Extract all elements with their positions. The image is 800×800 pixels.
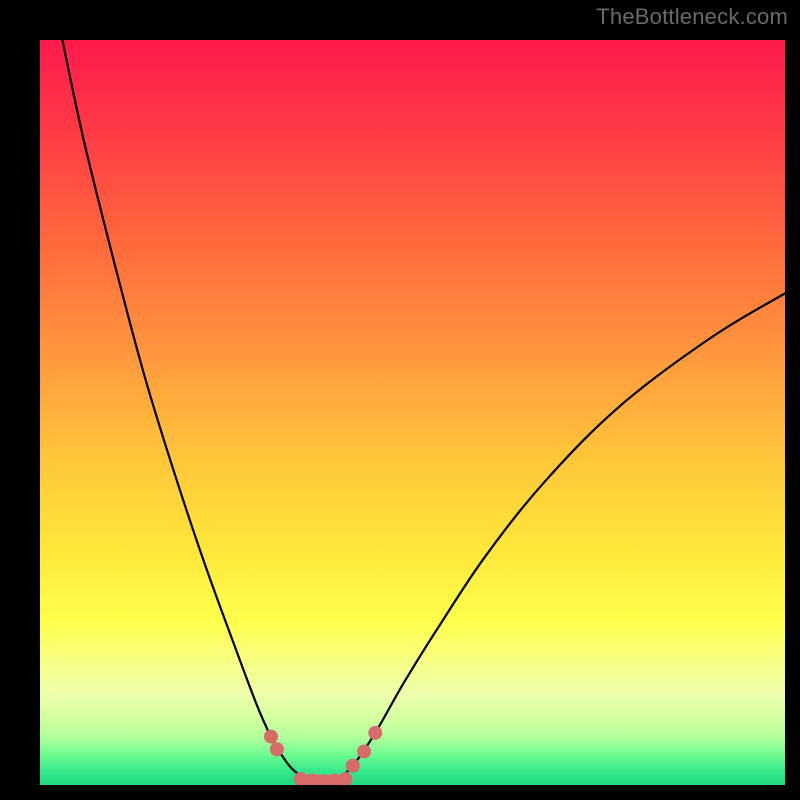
markers-floor	[294, 772, 353, 785]
marker-dot	[338, 772, 352, 785]
watermark-text: TheBottleneck.com	[596, 4, 788, 30]
marker-dot	[368, 726, 382, 740]
curve-right	[338, 293, 785, 779]
frame: TheBottleneck.com	[0, 0, 800, 800]
marker-dot	[270, 742, 284, 756]
marker-dot	[264, 730, 278, 744]
curve-left	[62, 40, 308, 779]
markers-right	[346, 726, 382, 773]
chart-svg	[40, 40, 785, 785]
marker-dot	[357, 744, 371, 758]
markers-left	[264, 730, 284, 757]
plot-area	[40, 40, 785, 785]
marker-dot	[346, 759, 360, 773]
